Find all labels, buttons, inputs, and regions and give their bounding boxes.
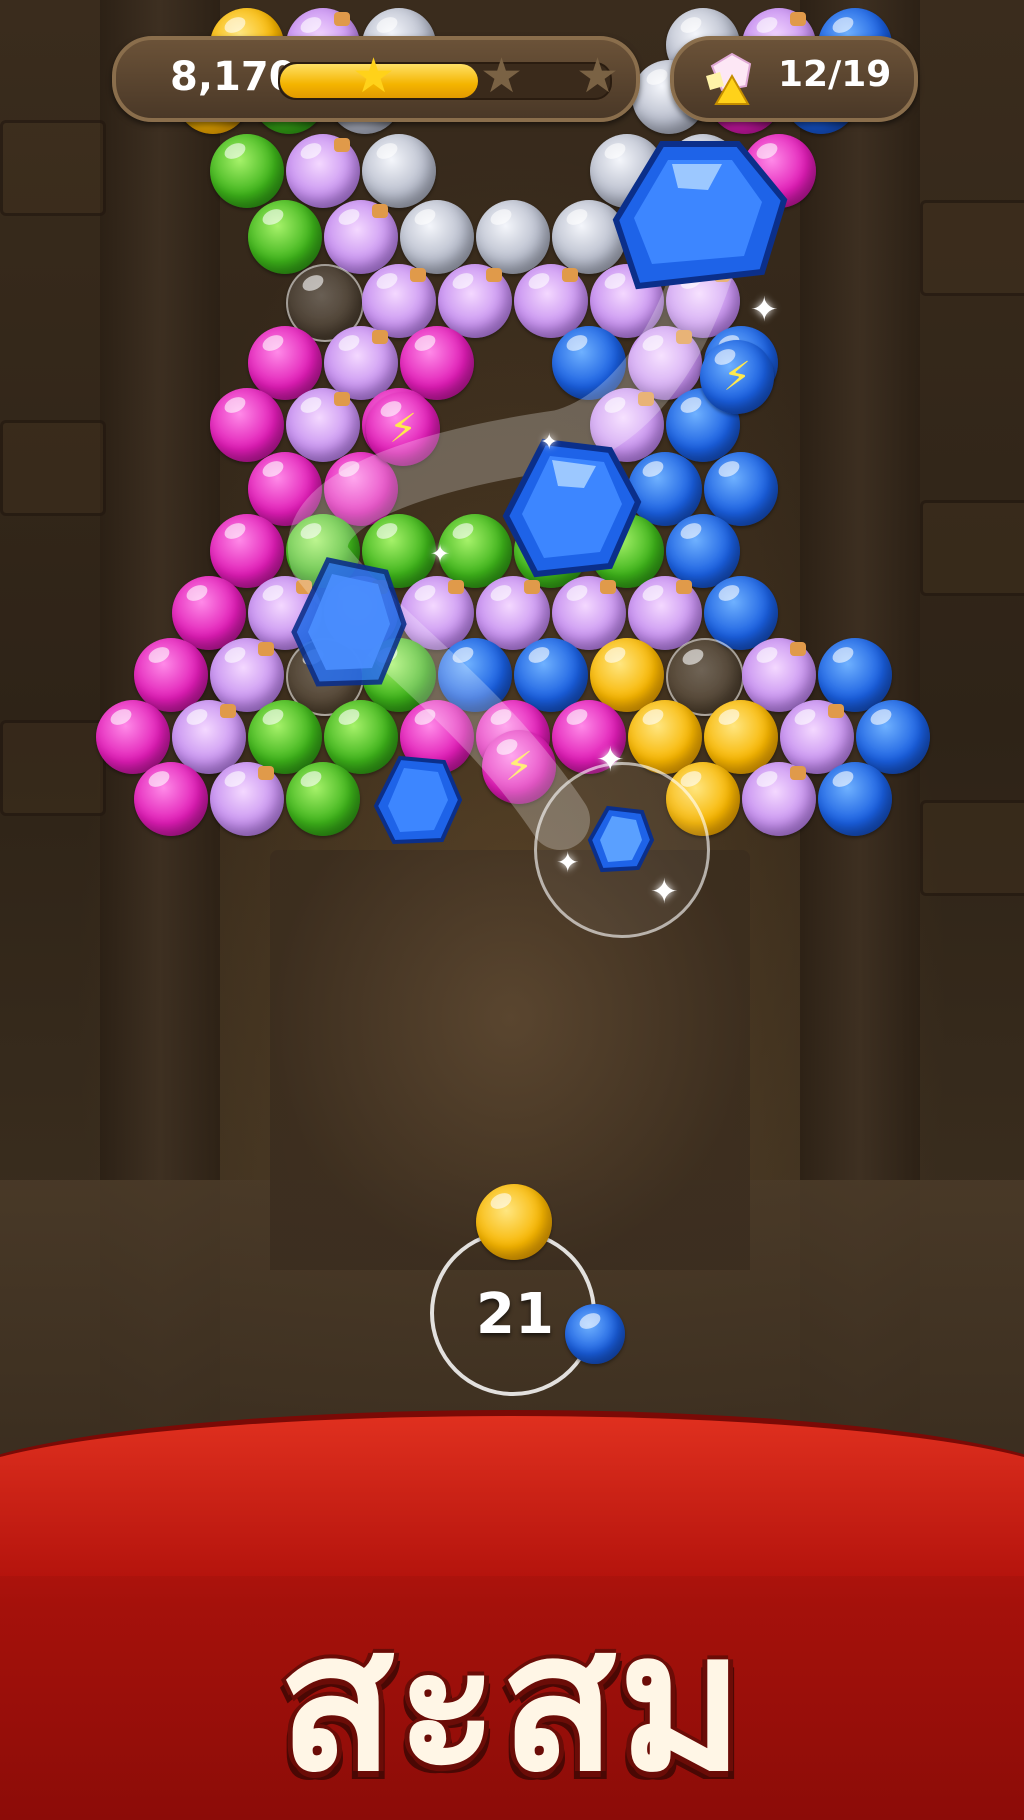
blue-gem-large xyxy=(612,141,788,290)
star-icon: ★ xyxy=(352,48,396,104)
blue-gem-small xyxy=(587,805,655,873)
score-panel: 8,170 ★ ★ ★ xyxy=(112,36,640,122)
gem-cluster-icon xyxy=(706,52,752,105)
star-icon: ★ xyxy=(576,48,620,104)
shots-left-counter: 21 xyxy=(476,1282,554,1347)
current-ball[interactable] xyxy=(476,1184,552,1260)
sparkle-icon: ✦ xyxy=(556,846,580,879)
sparkle-icon: ✦ xyxy=(750,290,779,330)
next-ball[interactable] xyxy=(565,1304,625,1364)
sparkle-icon: ✦ xyxy=(650,872,679,912)
star-icon: ★ xyxy=(480,48,524,104)
blue-gem-medium xyxy=(502,438,642,578)
banner-title: สะสม xyxy=(278,1592,746,1813)
goal-counter: 12/19 xyxy=(778,54,892,95)
sparkle-icon: ✦ xyxy=(430,540,451,568)
goal-panel: 12/19 xyxy=(670,36,918,122)
sparkle-icon: ✦ xyxy=(596,740,625,780)
sparkle-icon: ✦ xyxy=(540,430,559,455)
blue-gem-small xyxy=(373,755,463,845)
score-progress-bar: ★ ★ ★ xyxy=(278,52,619,100)
game-stage[interactable]: ⚡ ⚡ ⚡ ✦ ✦ ✦ ✦ ✦ ✦ 8,170 ★ ★ ★ 12/19 21 ส… xyxy=(0,0,1024,1820)
blue-gem-medium xyxy=(291,557,407,687)
